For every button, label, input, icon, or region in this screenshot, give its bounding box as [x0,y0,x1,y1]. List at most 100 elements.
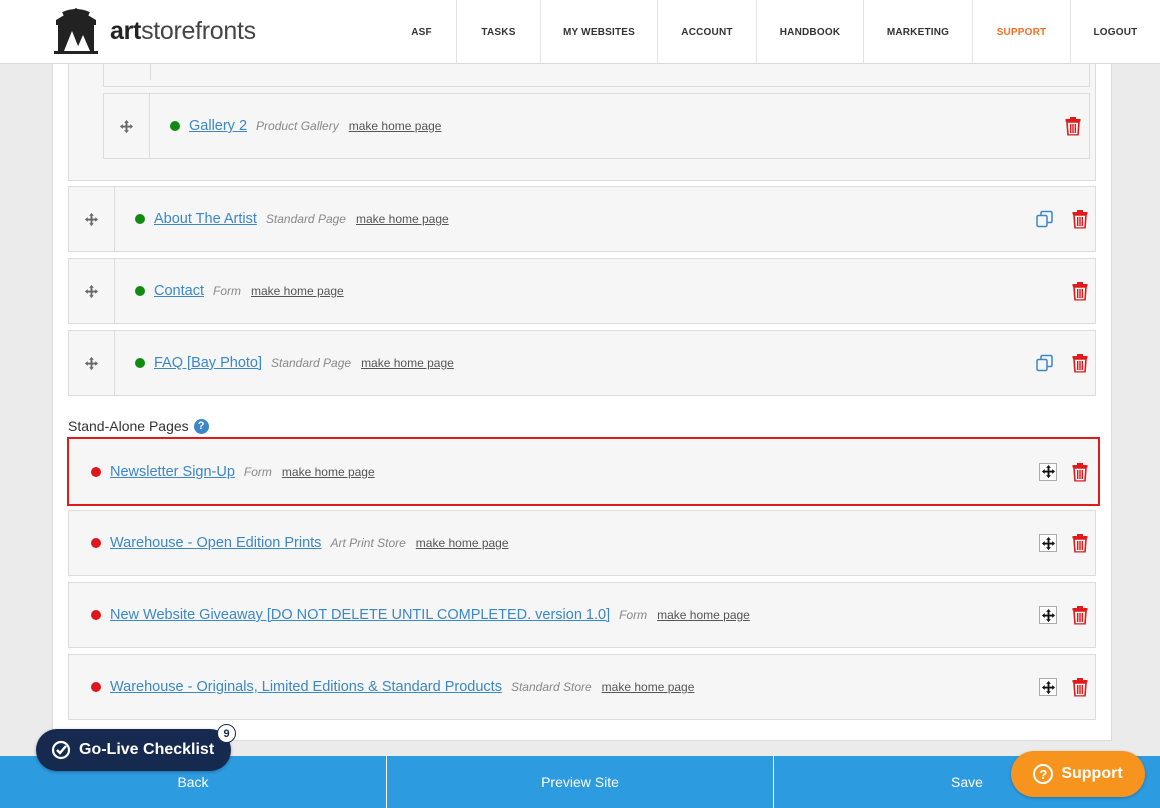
question-icon: ? [1033,764,1054,784]
page-row: FAQ [Bay Photo] Standard Page make home … [68,330,1096,396]
page-row: Gallery 2 Product Gallery make home page [103,93,1090,159]
page-row: Contact Form make home page [68,258,1096,324]
go-live-checklist-button[interactable]: Go-Live Checklist [36,729,231,771]
move-icon [1041,536,1055,550]
status-dot [135,358,145,368]
trash-icon [1072,534,1088,553]
move-icon [119,119,134,133]
storefront-logo-icon [54,8,98,54]
duplicate-button[interactable] [1036,354,1053,372]
nested-row-partial [103,64,1090,87]
make-home-link[interactable]: make home page [361,356,454,370]
copy-icon [1036,210,1053,228]
status-dot [91,538,101,548]
page-link[interactable]: New Website Giveaway [DO NOT DELETE UNTI… [110,607,610,623]
make-home-link[interactable]: make home page [282,465,375,479]
nav-asf[interactable]: ASF [387,0,456,64]
trash-icon [1072,678,1088,697]
copy-icon [1036,354,1053,372]
checklist-count-badge: 9 [217,724,236,743]
nav-handbook[interactable]: HANDBOOK [756,0,863,64]
help-icon[interactable]: ? [193,418,209,434]
move-button[interactable] [1039,534,1057,552]
preview-site-button[interactable]: Preview Site [386,756,773,808]
delete-button[interactable] [1072,462,1088,481]
page-link[interactable]: FAQ [Bay Photo] [154,355,262,371]
drag-handle[interactable] [69,259,115,323]
page-type: Standard Page [265,212,346,226]
make-home-link[interactable]: make home page [349,119,442,133]
delete-button[interactable] [1072,606,1088,625]
make-home-link[interactable]: make home page [657,608,750,622]
drag-handle[interactable] [104,94,150,158]
standalone-label: Stand-Alone Pages [68,418,189,434]
logo-text-rest: storefronts [141,16,256,45]
drag-handle[interactable] [69,331,115,395]
trash-icon [1072,282,1088,301]
standalone-row: Warehouse - Open Edition Prints Art Prin… [68,510,1096,576]
page-type: Standard Store [510,680,592,694]
support-button[interactable]: ? Support [1011,751,1145,797]
check-circle-icon [51,740,71,760]
page-link[interactable]: Warehouse - Originals, Limited Editions … [110,679,502,695]
nav-support[interactable]: SUPPORT [972,0,1070,64]
standalone-row-selected: Newsletter Sign-Up Form make home page [67,437,1100,506]
status-dot [135,286,145,296]
status-dot [91,682,101,692]
page-type: Form [243,464,272,479]
status-dot [170,121,180,131]
standalone-row: New Website Giveaway [DO NOT DELETE UNTI… [68,582,1096,648]
delete-button[interactable] [1072,354,1088,373]
move-icon [1041,680,1055,694]
page-type: Art Print Store [330,536,406,550]
move-button[interactable] [1039,678,1057,696]
drag-handle[interactable] [69,187,115,251]
logo[interactable]: artstorefronts [50,5,256,57]
delete-button[interactable] [1072,678,1088,697]
trash-icon [1072,462,1088,481]
nav-marketing[interactable]: MARKETING [863,0,972,64]
delete-button[interactable] [1065,117,1081,136]
logo-text-bold: art [110,16,142,45]
site-header: artstorefronts ASF TASKS MY WEBSITES ACC… [0,0,1160,64]
standalone-section-title: Stand-Alone Pages ? [68,418,209,434]
make-home-link[interactable]: make home page [356,212,449,226]
page-type: Form [212,284,241,298]
make-home-link[interactable]: make home page [416,536,509,550]
move-button[interactable] [1039,606,1057,624]
page-row: About The Artist Standard Page make home… [68,186,1096,252]
move-icon [1041,608,1055,622]
status-dot [91,466,101,477]
page-type: Product Gallery [256,119,339,133]
duplicate-button[interactable] [1036,210,1053,228]
move-button[interactable] [1039,462,1057,481]
page-type: Form [619,608,648,622]
move-icon [84,356,99,370]
move-icon [1041,464,1055,479]
delete-button[interactable] [1072,534,1088,553]
page-link[interactable]: Contact [154,283,204,299]
nav-logout[interactable]: LOGOUT [1070,0,1160,64]
delete-button[interactable] [1072,210,1088,229]
main-nav: ASF TASKS MY WEBSITES ACCOUNT HANDBOOK M… [387,0,1160,64]
nav-tasks[interactable]: TASKS [456,0,540,64]
trash-icon [1065,117,1081,136]
support-label: Support [1061,765,1123,782]
make-home-link[interactable]: make home page [602,680,695,694]
standalone-row: Warehouse - Originals, Limited Editions … [68,654,1096,720]
nav-my-websites[interactable]: MY WEBSITES [540,0,657,64]
nav-account[interactable]: ACCOUNT [657,0,756,64]
delete-button[interactable] [1072,282,1088,301]
page-link[interactable]: Gallery 2 [189,118,247,134]
make-home-link[interactable]: make home page [251,284,344,298]
page-type: Standard Page [271,356,352,370]
page-link[interactable]: Warehouse - Open Edition Prints [110,535,321,551]
trash-icon [1072,354,1088,373]
status-dot [91,610,101,620]
move-icon [84,212,99,226]
checklist-label: Go-Live Checklist [79,741,215,758]
status-dot [135,214,145,224]
trash-icon [1072,606,1088,625]
page-link[interactable]: About The Artist [154,211,257,227]
page-link[interactable]: Newsletter Sign-Up [110,464,235,480]
